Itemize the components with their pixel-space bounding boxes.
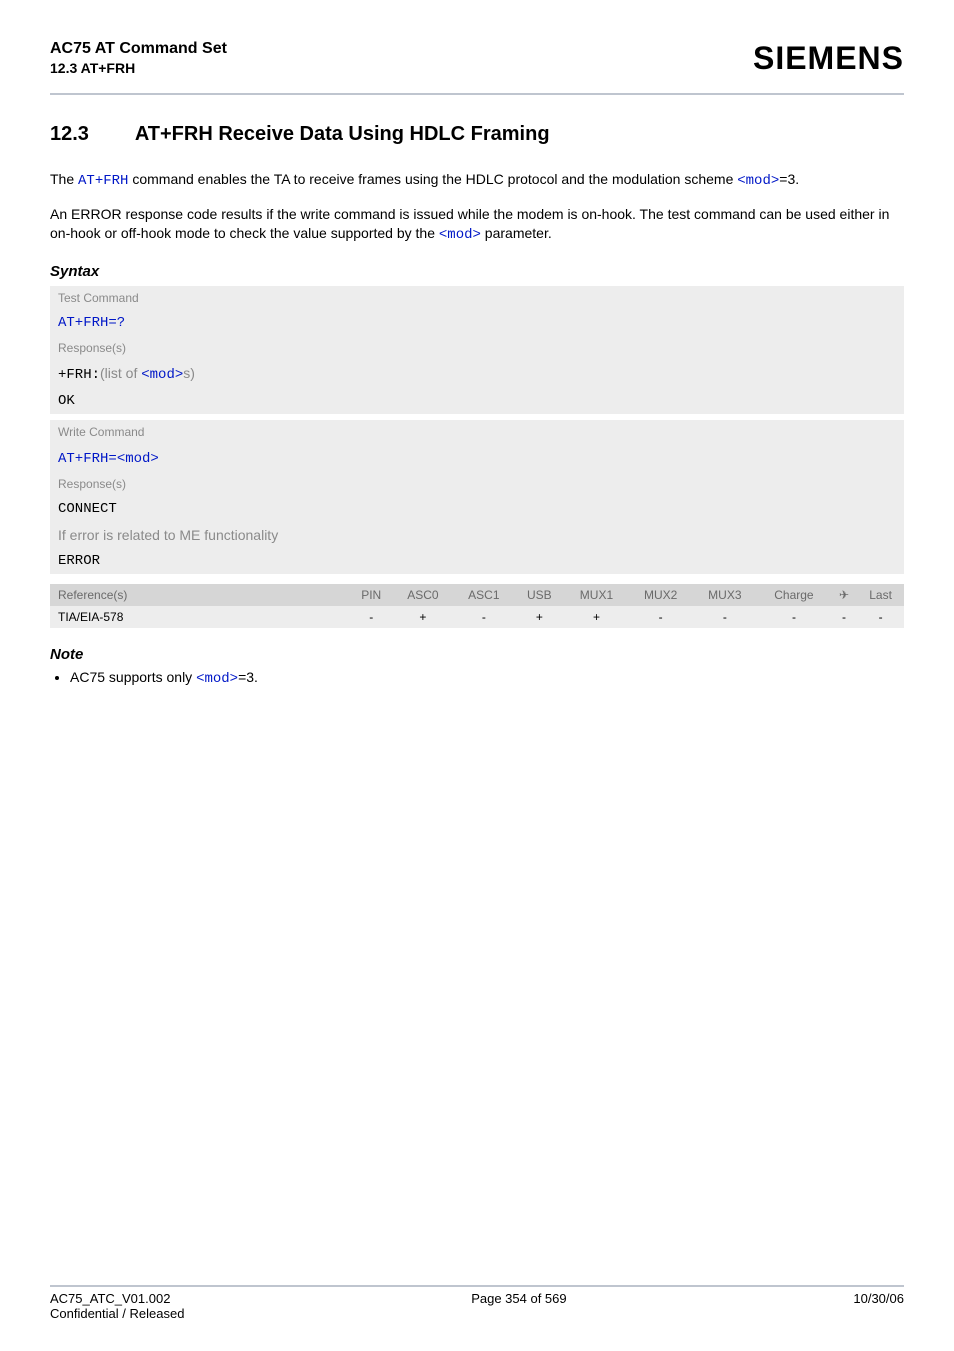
ref-val-asc1: - xyxy=(453,606,514,628)
ref-col-asc1: ASC1 xyxy=(453,584,514,606)
footer-classification: Confidential / Released xyxy=(50,1306,184,1321)
ref-val-asc0: + xyxy=(392,606,453,628)
text: AC75 supports only xyxy=(70,669,196,685)
syntax-heading: Syntax xyxy=(50,263,904,280)
intro-paragraph-2: An ERROR response code results if the wr… xyxy=(50,205,904,245)
connect-response: CONNECT xyxy=(50,496,904,522)
page-header: AC75 AT Command Set 12.3 AT+FRH SIEMENS xyxy=(50,40,904,87)
header-left: AC75 AT Command Set 12.3 AT+FRH xyxy=(50,40,227,76)
ref-val-usb: + xyxy=(514,606,564,628)
page: AC75 AT Command Set 12.3 AT+FRH SIEMENS … xyxy=(0,0,954,1351)
text: The xyxy=(50,171,78,187)
text: (list of xyxy=(100,365,141,381)
ok-response: OK xyxy=(50,388,904,414)
cmd-link-atfrh[interactable]: AT+FRH xyxy=(78,173,128,189)
note-item: AC75 supports only <mod>=3. xyxy=(70,669,904,687)
doc-subtitle: 12.3 AT+FRH xyxy=(50,60,227,76)
footer-page-number: Page 354 of 569 xyxy=(471,1291,566,1321)
param-link-mod[interactable]: <mod> xyxy=(737,173,779,189)
intro-paragraph-1: The AT+FRH command enables the TA to rec… xyxy=(50,170,904,191)
text: command enables the TA to receive frames… xyxy=(128,171,737,187)
responses-label: Response(s) xyxy=(50,336,904,360)
ref-val-pin: - xyxy=(350,606,392,628)
text: =3. xyxy=(238,669,258,685)
test-command-code: AT+FRH=? xyxy=(50,310,904,336)
header-divider xyxy=(50,93,904,95)
error-condition-text: If error is related to ME functionality xyxy=(50,522,904,548)
ref-header-row: Reference(s) PIN ASC0 ASC1 USB MUX1 MUX2… xyxy=(50,584,904,606)
doc-title: AC75 AT Command Set xyxy=(50,40,227,58)
text: s) xyxy=(183,365,195,381)
syntax-table: Test Command AT+FRH=? Response(s) +FRH:(… xyxy=(50,286,904,574)
write-command-label: Write Command xyxy=(50,420,904,444)
test-command-label: Test Command xyxy=(50,286,904,310)
ref-col-references: Reference(s) xyxy=(50,584,350,606)
ref-col-mux1: MUX1 xyxy=(564,584,628,606)
section-heading: 12.3 AT+FRH Receive Data Using HDLC Fram… xyxy=(50,123,904,146)
ref-val-mux3: - xyxy=(693,606,757,628)
cmd-prefix: AT+FRH= xyxy=(58,451,117,467)
ref-col-mux2: MUX2 xyxy=(629,584,693,606)
ref-col-usb: USB xyxy=(514,584,564,606)
footer-divider xyxy=(50,1285,904,1287)
ref-col-asc0: ASC0 xyxy=(392,584,453,606)
section-number: 12.3 xyxy=(50,123,130,146)
brand-logo: SIEMENS xyxy=(753,40,904,77)
ref-col-mux3: MUX3 xyxy=(693,584,757,606)
reference-table: Reference(s) PIN ASC0 ASC1 USB MUX1 MUX2… xyxy=(50,584,904,628)
footer-doc-version: AC75_ATC_V01.002 xyxy=(50,1291,184,1306)
write-command-code: AT+FRH=<mod> xyxy=(50,444,904,472)
responses-label: Response(s) xyxy=(50,472,904,496)
footer-left: AC75_ATC_V01.002 Confidential / Released xyxy=(50,1291,184,1321)
ref-col-pin: PIN xyxy=(350,584,392,606)
ref-val-mux2: - xyxy=(629,606,693,628)
page-footer: AC75_ATC_V01.002 Confidential / Released… xyxy=(50,1285,904,1321)
param-link-mod[interactable]: <mod> xyxy=(141,367,183,383)
param-link-mod[interactable]: <mod> xyxy=(117,451,159,467)
text: =3. xyxy=(779,171,799,187)
note-list: AC75 supports only <mod>=3. xyxy=(50,669,904,687)
ref-val-plane: - xyxy=(831,606,857,628)
ref-value-label: TIA/EIA-578 xyxy=(50,606,350,628)
ref-col-last: Last xyxy=(857,584,904,606)
resp-prefix: +FRH: xyxy=(58,367,100,383)
airplane-icon: ✈ xyxy=(831,584,857,606)
ref-val-charge: - xyxy=(757,606,831,628)
test-response-line: +FRH:(list of <mod>s) xyxy=(50,360,904,388)
ref-data-row: TIA/EIA-578 - + - + + - - - - - xyxy=(50,606,904,628)
footer-date: 10/30/06 xyxy=(853,1291,904,1321)
ref-val-mux1: + xyxy=(564,606,628,628)
ref-col-charge: Charge xyxy=(757,584,831,606)
param-link-mod[interactable]: <mod> xyxy=(196,671,238,687)
error-response: ERROR xyxy=(50,548,904,574)
note-heading: Note xyxy=(50,646,904,663)
section-title-text: AT+FRH Receive Data Using HDLC Framing xyxy=(135,123,550,145)
param-link-mod[interactable]: <mod> xyxy=(439,227,481,243)
text: parameter. xyxy=(481,225,552,241)
ref-val-last: - xyxy=(857,606,904,628)
